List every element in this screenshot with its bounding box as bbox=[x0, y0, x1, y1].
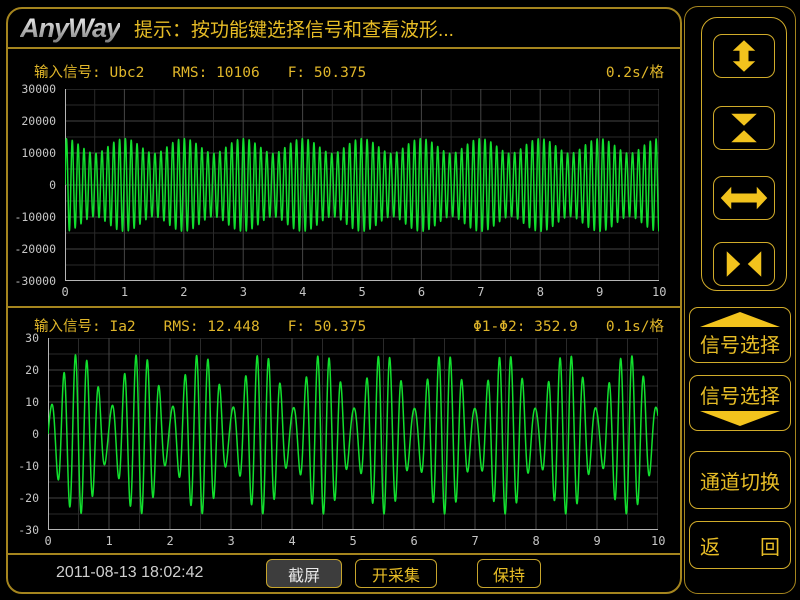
x-tick-label: 7 bbox=[477, 285, 484, 299]
waveform-canvas bbox=[65, 89, 659, 281]
y-tick-label: 10 bbox=[25, 395, 39, 409]
y-tick-label: -10 bbox=[18, 459, 39, 473]
waveform-panel-voltage: 输入信号: Ubc2 RMS: 10106 F: 50.375 0.2s/格 3… bbox=[8, 49, 680, 308]
timebase-value: 0.1s/格 bbox=[606, 315, 664, 336]
x-tick-label: 1 bbox=[106, 534, 113, 548]
signal-select-up-button[interactable]: 信号选择 bbox=[689, 307, 791, 363]
x-tick-label: 10 bbox=[652, 285, 666, 299]
x-tick-label: 1 bbox=[121, 285, 128, 299]
y-tick-label: -20 bbox=[18, 491, 39, 505]
start-capture-button[interactable]: 开采集 bbox=[355, 559, 437, 588]
frequency-value: F: 50.375 bbox=[288, 319, 367, 335]
x-tick-label: 9 bbox=[596, 285, 603, 299]
expand-vertical-button[interactable] bbox=[713, 34, 775, 78]
y-axis-labels: 3000020000100000-10000-20000-30000 bbox=[8, 89, 60, 281]
timebase-value: 0.2s/格 bbox=[606, 61, 664, 82]
channel-switch-button[interactable]: 通道切换 bbox=[689, 451, 791, 509]
y-tick-label: -20000 bbox=[14, 242, 56, 256]
waveform-plot bbox=[65, 89, 659, 281]
y-tick-label: -30 bbox=[18, 523, 39, 537]
waveform-canvas bbox=[48, 338, 658, 530]
x-tick-label: 2 bbox=[167, 534, 174, 548]
expand-horizontal-button[interactable] bbox=[713, 176, 775, 220]
frequency-value: F: 50.375 bbox=[288, 65, 367, 81]
y-tick-label: 30000 bbox=[21, 82, 56, 96]
signal-select-down-button[interactable]: 信号选择 bbox=[689, 375, 791, 431]
channel-switch-label: 通道切换 bbox=[700, 466, 780, 495]
y-axis-labels: 3020100-10-20-30 bbox=[8, 338, 43, 530]
return-button[interactable]: 返 回 bbox=[689, 521, 791, 569]
device-screen: AnyWay 提示：按功能键选择信号和查看波形... 输入信号: Ubc2 RM… bbox=[0, 0, 800, 600]
signal-select-up-label: 信号选择 bbox=[700, 329, 780, 358]
triangle-up-icon bbox=[700, 312, 780, 327]
x-tick-label: 5 bbox=[359, 285, 366, 299]
phase-difference-value: Φ1-Φ2: 352.9 bbox=[473, 319, 578, 335]
compress-vertical-icon bbox=[720, 111, 768, 145]
y-tick-label: 10000 bbox=[21, 146, 56, 160]
y-tick-label: 20 bbox=[25, 363, 39, 377]
x-tick-label: 10 bbox=[651, 534, 665, 548]
timestamp: 2011-08-13 18:02:42 bbox=[56, 564, 203, 582]
x-tick-label: 6 bbox=[418, 285, 425, 299]
y-tick-label: -10000 bbox=[14, 210, 56, 224]
signal-label: 输入信号: Ia2 bbox=[34, 315, 136, 336]
x-tick-label: 2 bbox=[180, 285, 187, 299]
panel-header: 输入信号: Ubc2 RMS: 10106 F: 50.375 0.2s/格 bbox=[34, 61, 664, 82]
signal-select-down-label: 信号选择 bbox=[700, 380, 780, 409]
signal-label: 输入信号: Ubc2 bbox=[34, 61, 144, 82]
title-bar: AnyWay 提示：按功能键选择信号和查看波形... bbox=[8, 9, 680, 49]
rms-value: RMS: 10106 bbox=[172, 65, 259, 81]
panel-header: 输入信号: Ia2 RMS: 12.448 F: 50.375 Φ1-Φ2: 3… bbox=[34, 315, 664, 336]
triangle-down-icon bbox=[700, 411, 780, 426]
return-label: 返 回 bbox=[700, 531, 780, 560]
x-tick-label: 9 bbox=[594, 534, 601, 548]
x-tick-label: 8 bbox=[537, 285, 544, 299]
expand-horizontal-icon bbox=[720, 181, 768, 215]
x-tick-label: 6 bbox=[411, 534, 418, 548]
zoom-button-group bbox=[701, 17, 787, 291]
y-tick-label: -30000 bbox=[14, 274, 56, 288]
x-tick-label: 3 bbox=[240, 285, 247, 299]
sidebar: 信号选择 信号选择 通道切换 返 回 bbox=[684, 6, 796, 594]
hint-text: 提示：按功能键选择信号和查看波形... bbox=[134, 15, 454, 42]
main-display-area: AnyWay 提示：按功能键选择信号和查看波形... 输入信号: Ubc2 RM… bbox=[6, 7, 682, 594]
x-tick-label: 3 bbox=[228, 534, 235, 548]
compress-horizontal-button[interactable] bbox=[713, 242, 775, 286]
screenshot-button[interactable]: 截屏 bbox=[266, 559, 342, 588]
x-tick-label: 4 bbox=[289, 534, 296, 548]
status-bar: 2011-08-13 18:02:42 截屏 开采集 保持 bbox=[8, 555, 680, 594]
x-tick-label: 0 bbox=[45, 534, 52, 548]
x-tick-label: 5 bbox=[350, 534, 357, 548]
y-tick-label: 0 bbox=[32, 427, 39, 441]
x-tick-label: 8 bbox=[533, 534, 540, 548]
rms-value: RMS: 12.448 bbox=[164, 319, 260, 335]
y-tick-label: 0 bbox=[49, 178, 56, 192]
compress-vertical-button[interactable] bbox=[713, 106, 775, 150]
y-tick-label: 30 bbox=[25, 331, 39, 345]
x-tick-label: 0 bbox=[62, 285, 69, 299]
waveform-plot bbox=[48, 338, 658, 530]
anyway-logo: AnyWay bbox=[20, 13, 120, 44]
compress-horizontal-icon bbox=[720, 247, 768, 281]
y-tick-label: 20000 bbox=[21, 114, 56, 128]
expand-vertical-icon bbox=[720, 39, 768, 73]
hold-button[interactable]: 保持 bbox=[477, 559, 541, 588]
waveform-panel-current: 输入信号: Ia2 RMS: 12.448 F: 50.375 Φ1-Φ2: 3… bbox=[8, 308, 680, 555]
x-tick-label: 7 bbox=[472, 534, 479, 548]
x-tick-label: 4 bbox=[299, 285, 306, 299]
